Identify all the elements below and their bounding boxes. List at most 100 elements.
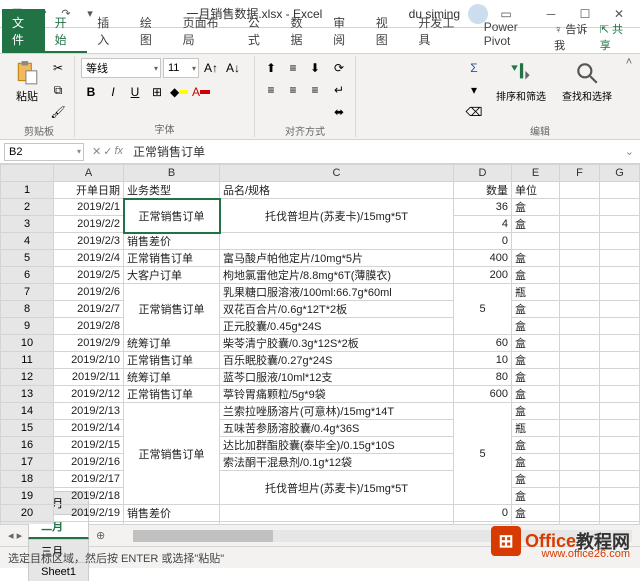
cell[interactable]: 盒 bbox=[512, 437, 560, 454]
row-header[interactable]: 12 bbox=[1, 369, 54, 386]
font-size-combo[interactable]: 11 bbox=[163, 58, 199, 78]
cell[interactable] bbox=[600, 420, 640, 437]
font-color-button[interactable]: A bbox=[191, 82, 211, 102]
cell[interactable]: 统筹订单 bbox=[124, 369, 220, 386]
cell[interactable]: 2019/2/10 bbox=[54, 352, 124, 369]
cell[interactable]: 2019/2/20 bbox=[54, 522, 124, 525]
row-header[interactable]: 18 bbox=[1, 471, 54, 488]
cell[interactable]: 正常销售订单 bbox=[124, 403, 220, 505]
row-header[interactable]: 15 bbox=[1, 420, 54, 437]
cell[interactable]: 5 bbox=[454, 284, 512, 335]
cell[interactable]: 2019/2/16 bbox=[54, 454, 124, 471]
align-left-icon[interactable]: ≡ bbox=[261, 80, 281, 100]
cell[interactable]: 品名/规格 bbox=[220, 182, 454, 199]
name-box[interactable]: B2 bbox=[4, 143, 84, 161]
cell[interactable] bbox=[560, 505, 600, 522]
tab-file[interactable]: 文件 bbox=[2, 9, 45, 53]
cell[interactable]: 达比加群酯胶囊(泰毕全)/0.15g*10S bbox=[220, 437, 454, 454]
italic-button[interactable]: I bbox=[103, 82, 123, 102]
row-header[interactable]: 21 bbox=[1, 522, 54, 525]
cell[interactable]: 五味苦参肠溶胶囊/0.4g*36S bbox=[220, 420, 454, 437]
row-header[interactable]: 11 bbox=[1, 352, 54, 369]
cell[interactable]: 0 bbox=[454, 505, 512, 522]
tab-insert[interactable]: 插入 bbox=[87, 9, 130, 53]
cell[interactable]: 2019/2/9 bbox=[54, 335, 124, 352]
increase-font-icon[interactable]: A↑ bbox=[201, 58, 221, 78]
cell[interactable]: 60 bbox=[454, 335, 512, 352]
row-header[interactable]: 7 bbox=[1, 284, 54, 301]
row-header[interactable]: 3 bbox=[1, 216, 54, 233]
row-header[interactable]: 2 bbox=[1, 199, 54, 216]
cell[interactable] bbox=[560, 284, 600, 301]
cell[interactable]: 销售差价 bbox=[124, 505, 220, 522]
cell[interactable]: 正常销售订单 bbox=[124, 250, 220, 267]
confirm-entry-icon[interactable]: ✓ bbox=[103, 145, 112, 158]
cell[interactable]: 百乐眠胶囊/0.27g*24S bbox=[220, 352, 454, 369]
cell[interactable] bbox=[560, 250, 600, 267]
tab-developer[interactable]: 开发工具 bbox=[408, 9, 473, 53]
row-header[interactable]: 10 bbox=[1, 335, 54, 352]
cell[interactable] bbox=[512, 233, 560, 250]
cancel-entry-icon[interactable]: ✕ bbox=[92, 145, 101, 158]
cell[interactable] bbox=[600, 301, 640, 318]
cell[interactable]: 兰索拉唑肠溶片(可意林)/15mg*14T bbox=[220, 403, 454, 420]
decrease-font-icon[interactable]: A↓ bbox=[223, 58, 243, 78]
row-header[interactable]: 17 bbox=[1, 454, 54, 471]
cell[interactable] bbox=[560, 386, 600, 403]
wrap-text-icon[interactable]: ↵ bbox=[329, 80, 349, 100]
cell[interactable]: 盒 bbox=[512, 488, 560, 505]
tab-powerpivot[interactable]: Power Pivot bbox=[474, 15, 554, 53]
fx-icon[interactable]: fx bbox=[114, 145, 123, 158]
cell[interactable]: 2019/2/5 bbox=[54, 267, 124, 284]
clear-icon[interactable]: ⌫ bbox=[464, 102, 484, 122]
cell[interactable] bbox=[560, 403, 600, 420]
paste-button[interactable]: 粘贴 bbox=[10, 58, 44, 106]
cell[interactable] bbox=[560, 335, 600, 352]
cell[interactable]: 托伐普坦片(苏麦卡)/15mg*5T bbox=[220, 471, 454, 505]
cell[interactable] bbox=[560, 420, 600, 437]
expand-formula-icon[interactable]: ⌄ bbox=[619, 145, 640, 158]
row-header[interactable]: 5 bbox=[1, 250, 54, 267]
bold-button[interactable]: B bbox=[81, 82, 101, 102]
cell[interactable] bbox=[600, 318, 640, 335]
cell[interactable]: 2019/2/17 bbox=[54, 471, 124, 488]
cell[interactable] bbox=[560, 233, 600, 250]
row-header[interactable]: 6 bbox=[1, 267, 54, 284]
tab-formula[interactable]: 公式 bbox=[238, 9, 281, 53]
cell[interactable] bbox=[600, 233, 640, 250]
cell[interactable]: 盒 bbox=[512, 267, 560, 284]
tab-data[interactable]: 数据 bbox=[280, 9, 323, 53]
cell[interactable]: 2019/2/15 bbox=[54, 437, 124, 454]
cell[interactable]: 盒 bbox=[512, 454, 560, 471]
row-header[interactable]: 9 bbox=[1, 318, 54, 335]
row-header[interactable]: 19 bbox=[1, 488, 54, 505]
cell[interactable]: 盒 bbox=[512, 199, 560, 216]
cell[interactable] bbox=[560, 301, 600, 318]
col-header-C[interactable]: C bbox=[220, 165, 454, 182]
share-button[interactable]: ⇱ 共享 bbox=[600, 21, 632, 53]
cell[interactable] bbox=[600, 284, 640, 301]
cell[interactable] bbox=[560, 267, 600, 284]
cell[interactable]: 盒 bbox=[512, 318, 560, 335]
cell[interactable]: 开单日期 bbox=[54, 182, 124, 199]
cell[interactable]: 索法酮干混悬剂/0.1g*12袋 bbox=[220, 454, 454, 471]
cell[interactable] bbox=[560, 182, 600, 199]
cell[interactable] bbox=[560, 216, 600, 233]
cell[interactable]: 400 bbox=[454, 250, 512, 267]
cell[interactable]: 盒 bbox=[512, 386, 560, 403]
collapse-ribbon-icon[interactable]: ˄ bbox=[622, 56, 636, 137]
cell[interactable]: 盒 bbox=[512, 301, 560, 318]
row-header[interactable]: 1 bbox=[1, 182, 54, 199]
cell[interactable] bbox=[600, 488, 640, 505]
cell[interactable]: 葶铃胃痛颗粒/5g*9袋 bbox=[220, 386, 454, 403]
row-header[interactable]: 20 bbox=[1, 505, 54, 522]
row-header[interactable]: 4 bbox=[1, 233, 54, 250]
underline-button[interactable]: U bbox=[125, 82, 145, 102]
align-center-icon[interactable]: ≡ bbox=[283, 80, 303, 100]
sheet-nav-icon[interactable]: ◂ ▸ bbox=[8, 529, 28, 542]
cell[interactable] bbox=[220, 233, 454, 250]
cell[interactable]: 富马酸卢帕他定片/10mg*5片 bbox=[220, 522, 454, 525]
cell[interactable]: 盒 bbox=[512, 352, 560, 369]
align-middle-icon[interactable]: ≡ bbox=[283, 58, 303, 78]
cell[interactable]: 600 bbox=[454, 386, 512, 403]
